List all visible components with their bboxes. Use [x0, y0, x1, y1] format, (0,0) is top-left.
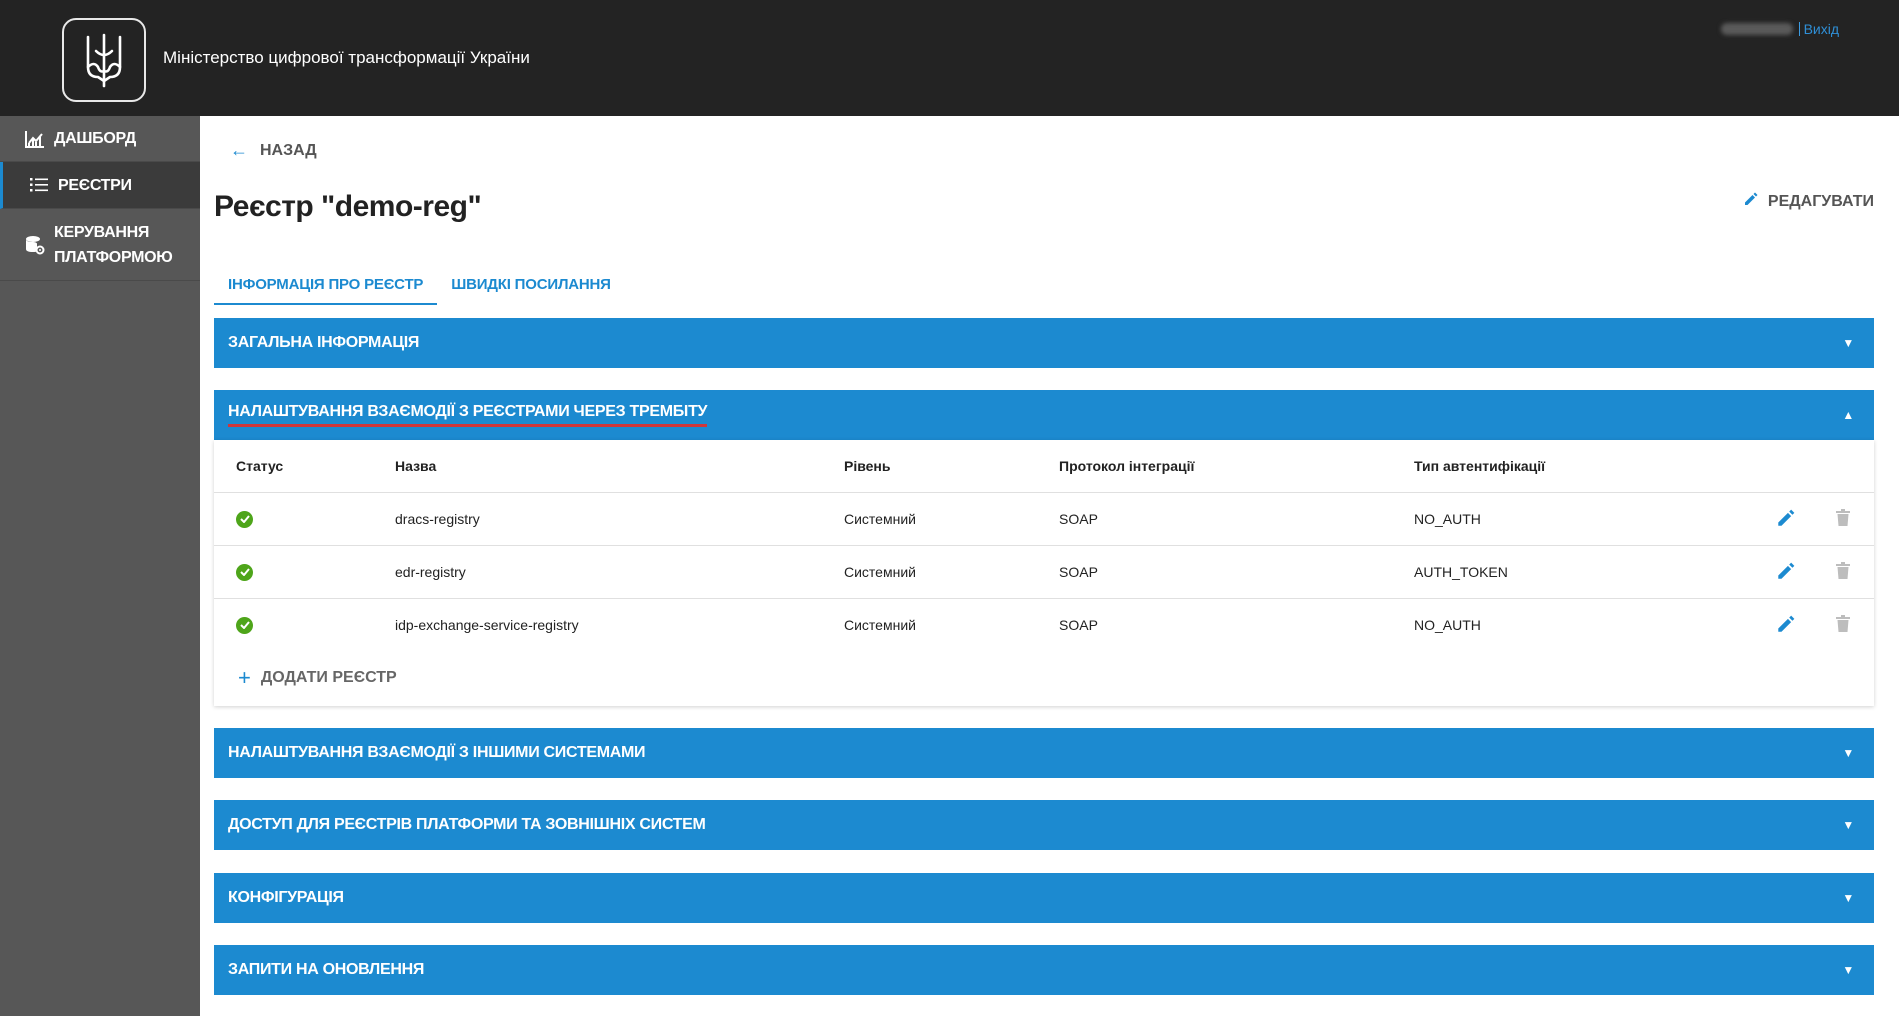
- section-update-requests[interactable]: Запити на оновлення ▼: [214, 945, 1874, 995]
- page-title: Реєстр "demo-reg": [214, 190, 482, 223]
- section-title: Конфігурація: [228, 889, 344, 906]
- status-ok-icon: [236, 563, 253, 581]
- table-header-row: Статус Назва Рівень Протокол інтеграції …: [214, 440, 1874, 493]
- registries-table: Статус Назва Рівень Протокол інтеграції …: [214, 440, 1874, 651]
- trash-icon: [1836, 615, 1850, 632]
- registry-name: dracs-registry: [394, 492, 843, 546]
- plus-icon: +: [238, 665, 251, 690]
- edit-row-button[interactable]: [1760, 492, 1812, 546]
- back-label: Назад: [260, 141, 317, 159]
- section-title: Запити на оновлення: [228, 961, 425, 978]
- list-icon: [28, 174, 50, 196]
- add-registry-button[interactable]: + Додати реєстр: [238, 665, 397, 691]
- section-trembita-interaction[interactable]: Налаштування взаємодії з реєстрами через…: [214, 390, 1874, 440]
- trash-icon: [1836, 509, 1850, 526]
- trash-icon: [1836, 562, 1850, 579]
- sidebar: Дашборд Реєстри Керування платформою: [0, 116, 200, 1016]
- database-settings-icon: [24, 234, 46, 256]
- section-configuration[interactable]: Конфігурація ▼: [214, 873, 1874, 923]
- arrow-left-icon: ←: [230, 140, 248, 160]
- pencil-icon: [1778, 562, 1795, 579]
- section-general-info[interactable]: Загальна інформація ▼: [214, 318, 1874, 368]
- sidebar-item-registries[interactable]: Реєстри: [0, 162, 200, 209]
- chevron-down-icon: ▼: [1842, 963, 1854, 977]
- separator: [1798, 22, 1800, 36]
- delete-row-button[interactable]: [1812, 545, 1874, 599]
- pencil-icon: [1744, 192, 1758, 211]
- organization-name: Міністерство цифрової трансформації Укра…: [163, 48, 530, 67]
- section-title: Налаштування взаємодії з реєстрами через…: [228, 403, 708, 427]
- add-registry-label: Додати реєстр: [260, 669, 397, 686]
- registry-auth-type: AUTH_TOKEN: [1413, 545, 1760, 599]
- chart-icon: [24, 128, 46, 150]
- sidebar-item-label: Реєстри: [58, 176, 132, 194]
- section-title: Налаштування взаємодії з іншими системам…: [228, 744, 646, 761]
- chevron-down-icon: ▼: [1842, 891, 1854, 905]
- table-row: idp-exchange-service-registry Системний …: [214, 599, 1874, 652]
- registry-protocol: SOAP: [1058, 545, 1413, 599]
- edit-registry-button[interactable]: Редагувати: [1744, 192, 1874, 211]
- sidebar-item-label: Дашборд: [54, 130, 136, 147]
- trident-icon: [86, 33, 122, 88]
- sidebar-item-label: Керування платформою: [54, 223, 173, 266]
- back-button[interactable]: ← Назад: [230, 140, 317, 161]
- delete-row-button[interactable]: [1812, 492, 1874, 546]
- column-header-level: Рівень: [843, 440, 1058, 493]
- chevron-down-icon: ▼: [1842, 818, 1854, 832]
- trembita-registries-panel: Статус Назва Рівень Протокол інтеграції …: [214, 440, 1874, 706]
- column-header-auth-type: Тип автентифікації: [1413, 440, 1760, 493]
- registry-level: Системний: [844, 617, 916, 633]
- pencil-icon: [1778, 509, 1795, 526]
- sidebar-item-dashboard[interactable]: Дашборд: [0, 116, 200, 162]
- registry-level: Системний: [843, 492, 1058, 546]
- tabs: Інформація про реєстр Швидкі посилання: [214, 264, 625, 305]
- edit-row-button[interactable]: [1760, 599, 1812, 652]
- section-title: Доступ для реєстрів платформи та зовнішн…: [228, 816, 706, 833]
- chevron-down-icon: ▼: [1842, 336, 1854, 350]
- delete-row-button[interactable]: [1812, 599, 1874, 652]
- logout-link[interactable]: Вихід: [1804, 21, 1839, 37]
- registry-protocol: SOAP: [1059, 617, 1098, 633]
- section-other-systems-interaction[interactable]: Налаштування взаємодії з іншими системам…: [214, 728, 1874, 778]
- top-header: Міністерство цифрової трансформації Укра…: [0, 0, 1899, 116]
- registry-protocol: SOAP: [1058, 492, 1413, 546]
- trident-logo: [62, 18, 146, 102]
- main-content: ← Назад Реєстр "demo-reg" Редагувати Інф…: [200, 116, 1899, 1016]
- table-row: edr-registry Системний SOAP AUTH_TOKEN: [214, 545, 1874, 599]
- registry-auth-type: NO_AUTH: [1413, 492, 1760, 546]
- user-area: Вихід: [1720, 21, 1839, 37]
- edit-label: Редагувати: [1767, 192, 1874, 210]
- table-row: dracs-registry Системний SOAP NO_AUTH: [214, 492, 1874, 546]
- sidebar-item-platform-management[interactable]: Керування платформою: [0, 209, 200, 281]
- tab-quick-links[interactable]: Швидкі посилання: [437, 264, 625, 305]
- registry-level: Системний: [843, 545, 1058, 599]
- column-header-name: Назва: [394, 440, 843, 493]
- edit-row-button[interactable]: [1760, 545, 1812, 599]
- chevron-up-icon: ▲: [1842, 408, 1854, 422]
- registry-name: idp-exchange-service-registry: [395, 617, 579, 633]
- pencil-icon: [1778, 615, 1795, 632]
- column-header-status: Статус: [214, 440, 394, 493]
- tab-registry-info[interactable]: Інформація про реєстр: [214, 264, 438, 305]
- user-name-blurred: [1720, 23, 1793, 35]
- registry-auth-type: NO_AUTH: [1414, 617, 1481, 633]
- status-ok-icon: [236, 510, 253, 528]
- column-header-protocol: Протокол інтеграції: [1058, 440, 1413, 493]
- registry-name: edr-registry: [394, 545, 843, 599]
- section-access-for-registries[interactable]: Доступ для реєстрів платформи та зовнішн…: [214, 800, 1874, 850]
- status-ok-icon: [236, 616, 253, 634]
- chevron-down-icon: ▼: [1842, 746, 1854, 760]
- section-title: Загальна інформація: [228, 334, 420, 351]
